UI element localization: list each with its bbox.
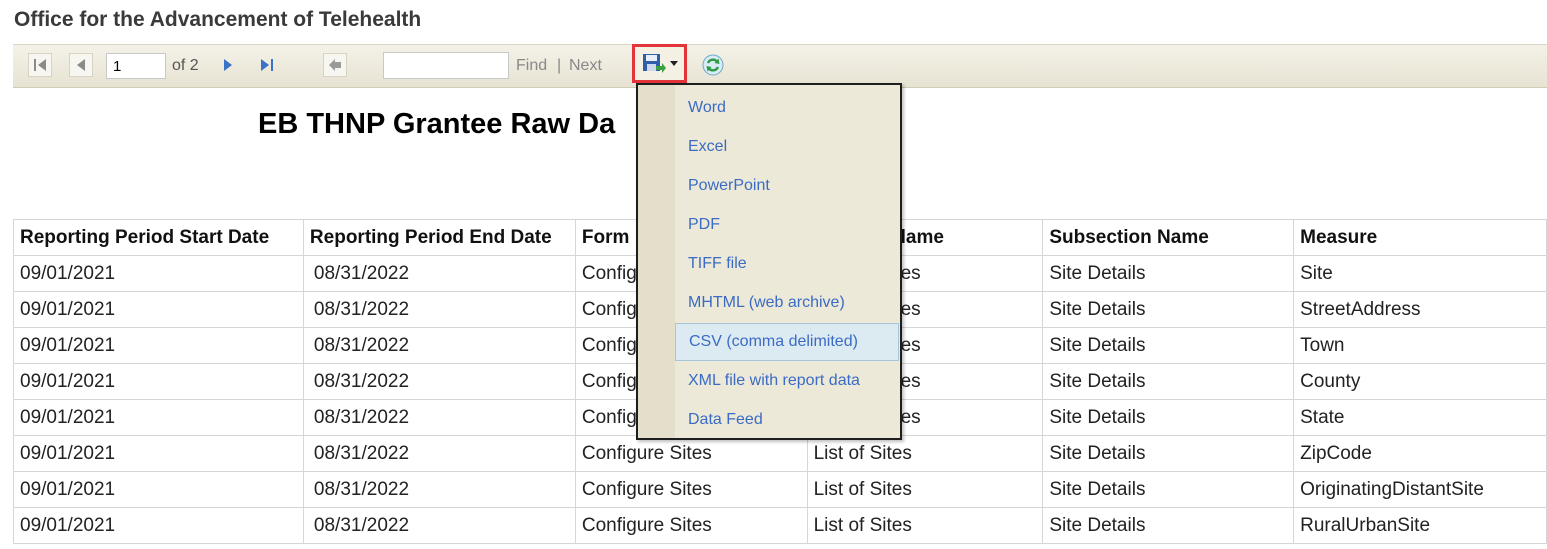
column-header-start-date: Reporting Period Start Date — [13, 219, 304, 256]
cell-end-date: 08/31/2022 — [302, 435, 576, 472]
cell-start-date: 09/01/2021 — [13, 507, 304, 544]
cell-measure: State — [1293, 399, 1547, 436]
next-page-icon — [224, 59, 232, 71]
cell-end-date: 08/31/2022 — [302, 363, 576, 400]
back-to-parent-button[interactable] — [323, 53, 347, 77]
cell-start-date: 09/01/2021 — [13, 327, 304, 364]
export-option-powerpoint[interactable]: PowerPoint — [675, 167, 899, 205]
export-option-excel[interactable]: Excel — [675, 128, 899, 166]
cell-section-name: List of Sites — [806, 435, 1044, 472]
previous-page-button[interactable] — [69, 53, 93, 77]
export-option-pdf[interactable]: PDF — [675, 206, 899, 244]
find-text-input[interactable] — [383, 52, 509, 79]
cell-end-date: 08/31/2022 — [302, 327, 576, 364]
export-option-mhtml-web-archive[interactable]: MHTML (web archive) — [675, 284, 899, 322]
cell-subsection-name: Site Details — [1042, 363, 1295, 400]
next-page-button[interactable] — [216, 53, 240, 77]
last-page-button[interactable] — [256, 53, 280, 77]
cell-measure: OriginatingDistantSite — [1293, 471, 1547, 508]
report-toolbar: of 2 Find | Next — [13, 44, 1547, 88]
cell-measure: ZipCode — [1293, 435, 1547, 472]
cell-subsection-name: Site Details — [1042, 291, 1295, 328]
cell-start-date: 09/01/2021 — [13, 255, 304, 292]
cell-section-name: List of Sites — [806, 471, 1044, 508]
export-option-xml-file-with-report-data[interactable]: XML file with report data — [675, 362, 899, 400]
chevron-down-icon — [669, 60, 678, 66]
find-next-link[interactable]: Next — [569, 57, 602, 75]
cell-start-date: 09/01/2021 — [13, 435, 304, 472]
cell-measure: RuralUrbanSite — [1293, 507, 1547, 544]
table-row: 09/01/2021 08/31/2022 Configure Sites List … — [13, 507, 1547, 544]
export-option-word[interactable]: Word — [675, 89, 899, 127]
table-row: 09/01/2021 08/31/2022 Configure Sites List … — [13, 471, 1547, 508]
export-option-tiff-file[interactable]: TIFF file — [675, 245, 899, 283]
first-page-button[interactable] — [28, 53, 52, 77]
cell-subsection-name: Site Details — [1042, 435, 1295, 472]
cell-end-date: 08/31/2022 — [302, 507, 576, 544]
cell-start-date: 09/01/2021 — [13, 471, 304, 508]
export-dropdown-button[interactable] — [632, 44, 687, 83]
cell-subsection-name: Site Details — [1042, 399, 1295, 436]
cell-end-date: 08/31/2022 — [302, 471, 576, 508]
cell-start-date: 09/01/2021 — [13, 363, 304, 400]
cell-form: Configure Sites — [574, 471, 808, 508]
cell-form: Configure Sites — [574, 507, 808, 544]
report-title: EB THNP Grantee Raw Da — [258, 108, 616, 140]
export-option-csv-comma-delimited[interactable]: CSV (comma delimited) — [675, 323, 899, 361]
column-header-subsection-name: Subsection Name — [1042, 219, 1295, 256]
menu-gutter — [638, 85, 675, 438]
column-header-measure: Measure — [1293, 219, 1547, 256]
export-format-menu: Word Excel PowerPoint PDF TIFF file MHTML (we… — [636, 83, 902, 440]
cell-subsection-name: Site Details — [1042, 471, 1295, 508]
cell-measure: County — [1293, 363, 1547, 400]
first-page-icon — [34, 59, 46, 71]
cell-end-date: 08/31/2022 — [302, 255, 576, 292]
cell-start-date: 09/01/2021 — [13, 399, 304, 436]
find-next-separator: | — [557, 57, 562, 74]
previous-page-icon — [77, 59, 85, 71]
find-link[interactable]: Find — [516, 57, 547, 75]
refresh-button[interactable] — [700, 52, 726, 78]
column-header-end-date: Reporting Period End Date — [302, 219, 576, 256]
cell-end-date: 08/31/2022 — [302, 291, 576, 328]
export-option-data-feed[interactable]: Data Feed — [675, 401, 899, 439]
page-number-input[interactable] — [106, 53, 166, 79]
cell-subsection-name: Site Details — [1042, 255, 1295, 292]
cell-measure: Site — [1293, 255, 1547, 292]
app-title: Office for the Advancement of Telehealth — [14, 8, 422, 31]
cell-measure: StreetAddress — [1293, 291, 1547, 328]
save-disk-icon — [642, 53, 666, 73]
cell-form: Configure Sites — [574, 435, 808, 472]
cell-subsection-name: Site Details — [1042, 327, 1295, 364]
back-to-parent-icon — [329, 59, 341, 71]
page-count-label: of 2 — [172, 57, 199, 74]
cell-end-date: 08/31/2022 — [302, 399, 576, 436]
table-row: 09/01/2021 08/31/2022 Configure Sites List … — [13, 435, 1547, 472]
cell-section-name: List of Sites — [806, 507, 1044, 544]
refresh-icon — [702, 54, 724, 76]
last-page-icon — [261, 59, 273, 71]
cell-subsection-name: Site Details — [1042, 507, 1295, 544]
cell-measure: Town — [1293, 327, 1547, 364]
cell-start-date: 09/01/2021 — [13, 291, 304, 328]
